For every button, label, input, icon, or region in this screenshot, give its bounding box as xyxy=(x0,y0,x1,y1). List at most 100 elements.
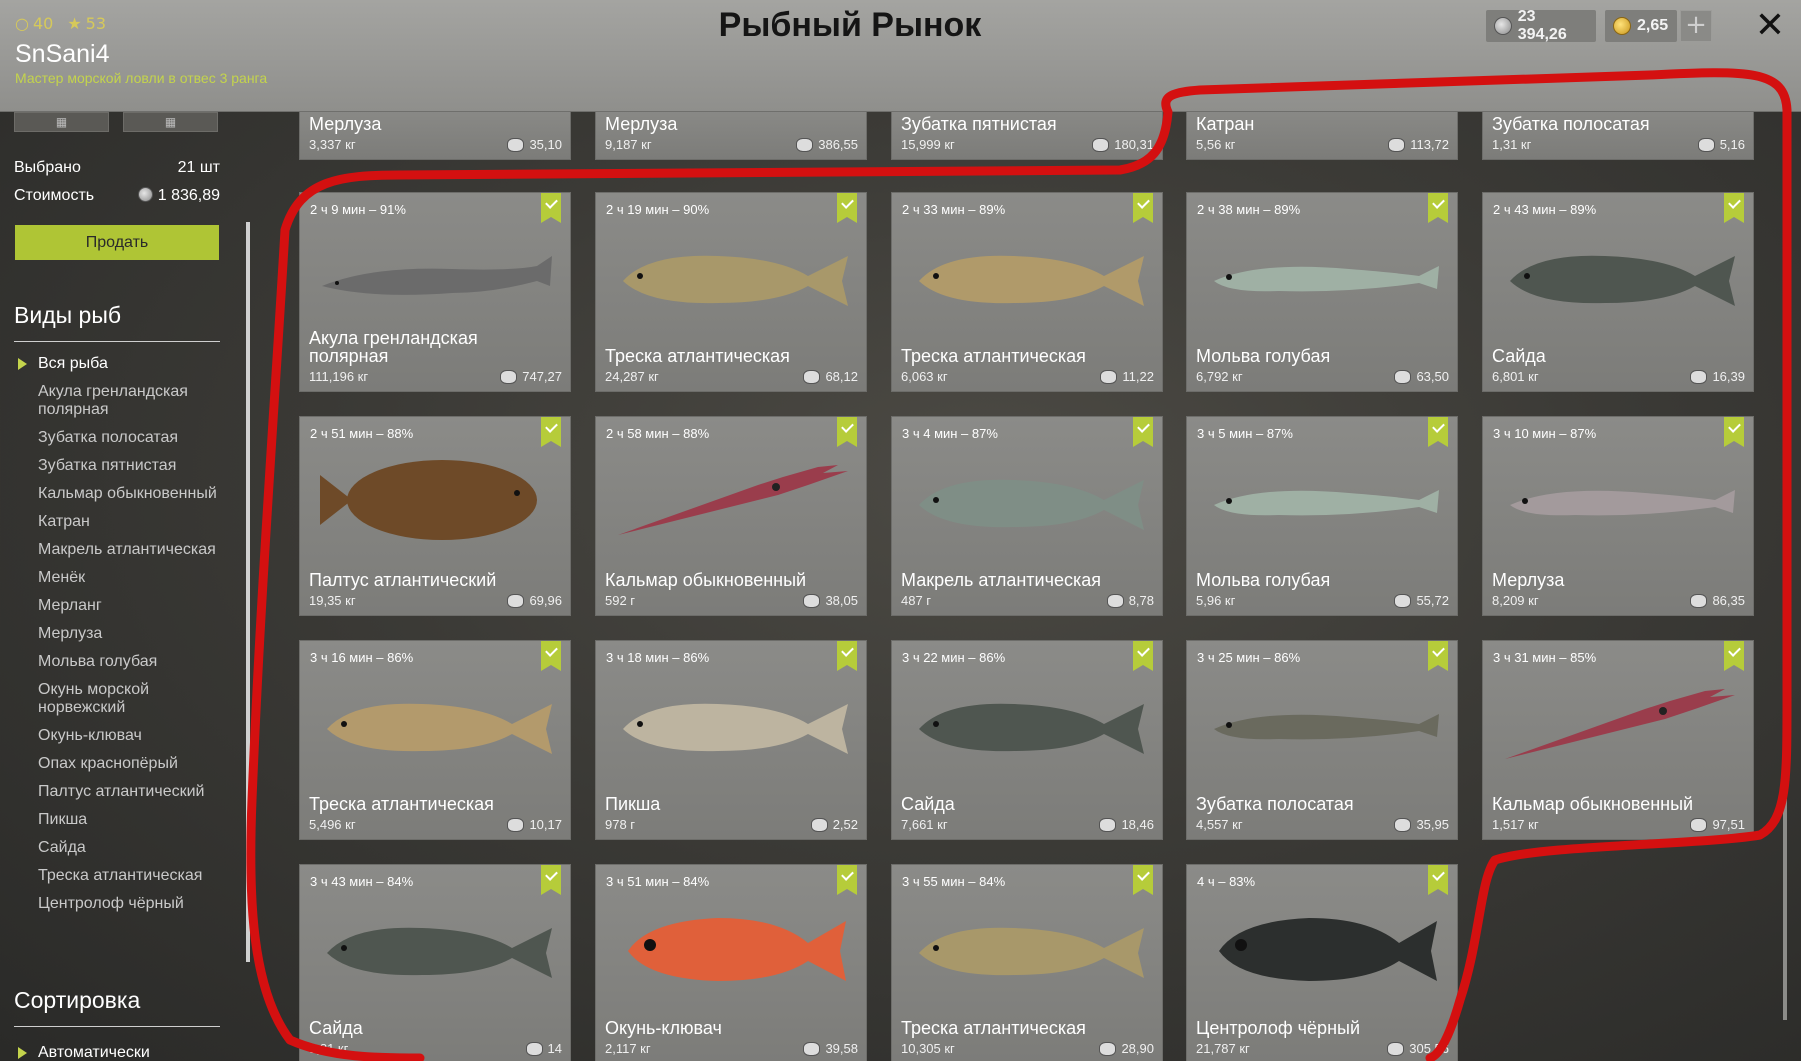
fish-card[interactable]: 2 ч 38 мин – 89% Мольва голубая 6,792 кг… xyxy=(1186,192,1458,392)
fish-card[interactable]: 3 ч 25 мин – 86% Зубатка полосатая 4,557… xyxy=(1186,640,1458,840)
fish-card[interactable]: 4 ч – 83% Центролоф чёрный 21,787 кг 305… xyxy=(1186,864,1458,1061)
species-item[interactable]: Мерланг xyxy=(14,597,224,615)
fish-card[interactable]: 3 ч 18 мин – 86% Пикша 978 г 2,52 xyxy=(595,640,867,840)
species-item[interactable]: Зубатка полосатая xyxy=(14,429,224,447)
fish-card[interactable]: Зубатка полосатая 1,31 кг 5,16 xyxy=(1482,112,1754,160)
fish-card[interactable]: 3 ч 16 мин – 86% Треска атлантическая 5,… xyxy=(299,640,571,840)
silver-coin-icon xyxy=(1394,593,1412,608)
close-icon[interactable]: ✕ xyxy=(1750,6,1790,46)
fish-card[interactable]: 3 ч 55 мин – 84% Треска атлантическая 10… xyxy=(891,864,1163,1061)
fish-image xyxy=(1199,679,1447,769)
fish-card[interactable]: 3 ч 4 мин – 87% Макрель атлантическая 48… xyxy=(891,416,1163,616)
fish-card[interactable]: 3 ч 43 мин – 84% Сайда 5,81 кг 14 xyxy=(299,864,571,1061)
selected-check-icon[interactable] xyxy=(1133,865,1153,895)
species-item[interactable]: Опах краснопёрый xyxy=(14,755,224,773)
species-item[interactable]: Мерлуза xyxy=(14,625,224,643)
silver-coin-icon xyxy=(525,1041,543,1056)
selected-label: Выбрано xyxy=(14,159,81,176)
fish-card[interactable]: Мерлуза 3,337 кг 35,10 xyxy=(299,112,571,160)
selected-check-icon[interactable] xyxy=(1428,641,1448,671)
fish-card[interactable]: 3 ч 31 мин – 85% Кальмар обыкновенный 1,… xyxy=(1482,640,1754,840)
catch-time: 3 ч 51 мин – 84% xyxy=(606,874,710,889)
fish-weight: 10,305 кг xyxy=(901,1041,955,1056)
fish-image xyxy=(312,903,560,993)
selected-check-icon[interactable] xyxy=(1133,641,1153,671)
species-item[interactable]: Мольва голубая xyxy=(14,653,224,671)
species-item[interactable]: Акула гренландская полярная xyxy=(14,383,224,419)
fish-card[interactable]: 2 ч 43 мин – 89% Сайда 6,801 кг 16,39 xyxy=(1482,192,1754,392)
selected-check-icon[interactable] xyxy=(837,865,857,895)
grid-large-view-button[interactable]: ▦ xyxy=(14,112,109,132)
species-item[interactable]: Зубатка пятнистая xyxy=(14,457,224,475)
selected-check-icon[interactable] xyxy=(837,417,857,447)
sort-option[interactable]: Автоматически xyxy=(14,1044,150,1061)
grid-scrollbar[interactable] xyxy=(1783,160,1787,1020)
species-title: Виды рыб xyxy=(14,302,122,328)
fish-name: Мерлуза xyxy=(605,114,678,134)
fish-card[interactable]: 2 ч 9 мин – 91% Акула гренландская поляр… xyxy=(299,192,571,392)
selected-check-icon[interactable] xyxy=(541,865,561,895)
fish-image xyxy=(904,903,1152,993)
fish-card[interactable]: 2 ч 51 мин – 88% Палтус атлантический 19… xyxy=(299,416,571,616)
fish-name: Акула гренландская полярная xyxy=(309,328,478,366)
selected-check-icon[interactable] xyxy=(541,193,561,223)
fish-price: 63,50 xyxy=(1394,369,1449,384)
selected-check-icon[interactable] xyxy=(1133,193,1153,223)
species-item[interactable]: Центролоф чёрный xyxy=(14,895,224,913)
species-item[interactable]: Окунь морской норвежский xyxy=(14,681,224,717)
fish-weight: 1,31 кг xyxy=(1492,137,1532,152)
fish-card[interactable]: 2 ч 33 мин – 89% Треска атлантическая 6,… xyxy=(891,192,1163,392)
fish-name: Мольва голубая xyxy=(1196,570,1331,590)
species-item[interactable]: Пикша xyxy=(14,811,224,829)
selected-check-icon[interactable] xyxy=(1724,193,1744,223)
fish-card[interactable]: Зубатка пятнистая 15,999 кг 180,31 xyxy=(891,112,1163,160)
species-item[interactable]: Сайда xyxy=(14,839,224,857)
selected-check-icon[interactable] xyxy=(1428,417,1448,447)
fish-card[interactable]: Мерлуза 9,187 кг 386,55 xyxy=(595,112,867,160)
grid-small-view-button[interactable]: ▦ xyxy=(123,112,218,132)
fish-image xyxy=(1495,231,1743,321)
species-item[interactable]: Окунь-клювач xyxy=(14,727,224,745)
silver-coin-icon xyxy=(1697,137,1715,152)
selected-check-icon[interactable] xyxy=(541,417,561,447)
fish-price: 55,72 xyxy=(1394,593,1449,608)
selected-check-icon[interactable] xyxy=(1133,417,1153,447)
selected-check-icon[interactable] xyxy=(837,641,857,671)
selected-check-icon[interactable] xyxy=(1428,193,1448,223)
species-item[interactable]: Треска атлантическая xyxy=(14,867,224,885)
selected-check-icon[interactable] xyxy=(1724,641,1744,671)
selected-check-icon[interactable] xyxy=(1428,865,1448,895)
sell-button[interactable]: Продать xyxy=(15,225,219,260)
fish-name: Треска атлантическая xyxy=(901,346,1086,366)
fish-image xyxy=(312,455,560,545)
species-item[interactable]: Палтус атлантический xyxy=(14,783,224,801)
species-item[interactable]: Вся рыба xyxy=(14,355,224,373)
selected-check-icon[interactable] xyxy=(541,641,561,671)
species-item[interactable]: Катран xyxy=(14,513,224,531)
fish-image xyxy=(312,231,560,321)
species-item[interactable]: Кальмар обыкновенный xyxy=(14,485,224,503)
fish-card[interactable]: 3 ч 22 мин – 86% Сайда 7,661 кг 18,46 xyxy=(891,640,1163,840)
catch-time: 3 ч 22 мин – 86% xyxy=(902,650,1006,665)
species-item[interactable]: Менёк xyxy=(14,569,224,587)
fish-card[interactable]: 3 ч 5 мин – 87% Мольва голубая 5,96 кг 5… xyxy=(1186,416,1458,616)
fish-card[interactable]: 3 ч 10 мин – 87% Мерлуза 8,209 кг 86,35 xyxy=(1482,416,1754,616)
silver-coin-icon xyxy=(507,817,525,832)
silver-coin-icon xyxy=(1494,17,1512,35)
fish-card[interactable]: 3 ч 51 мин – 84% Окунь-клювач 2,117 кг 3… xyxy=(595,864,867,1061)
fish-name: Окунь-клювач xyxy=(605,1018,722,1038)
fish-weight: 5,56 кг xyxy=(1196,137,1236,152)
add-currency-button[interactable]: + xyxy=(1680,10,1712,42)
fish-card[interactable]: 2 ч 58 мин – 88% Кальмар обыкновенный 59… xyxy=(595,416,867,616)
catch-time: 2 ч 58 мин – 88% xyxy=(606,426,710,441)
fish-card[interactable]: 2 ч 19 мин – 90% Треска атлантическая 24… xyxy=(595,192,867,392)
fish-name: Макрель атлантическая xyxy=(901,570,1102,590)
fish-card[interactable]: Катран 5,56 кг 113,72 xyxy=(1186,112,1458,160)
fish-image xyxy=(1199,903,1447,993)
species-item[interactable]: Макрель атлантическая xyxy=(14,541,224,559)
selected-check-icon[interactable] xyxy=(837,193,857,223)
silver-coin-icon xyxy=(803,1041,821,1056)
selected-check-icon[interactable] xyxy=(1724,417,1744,447)
silver-coin-icon xyxy=(1690,593,1708,608)
sidebar-scrollbar[interactable] xyxy=(246,222,250,962)
